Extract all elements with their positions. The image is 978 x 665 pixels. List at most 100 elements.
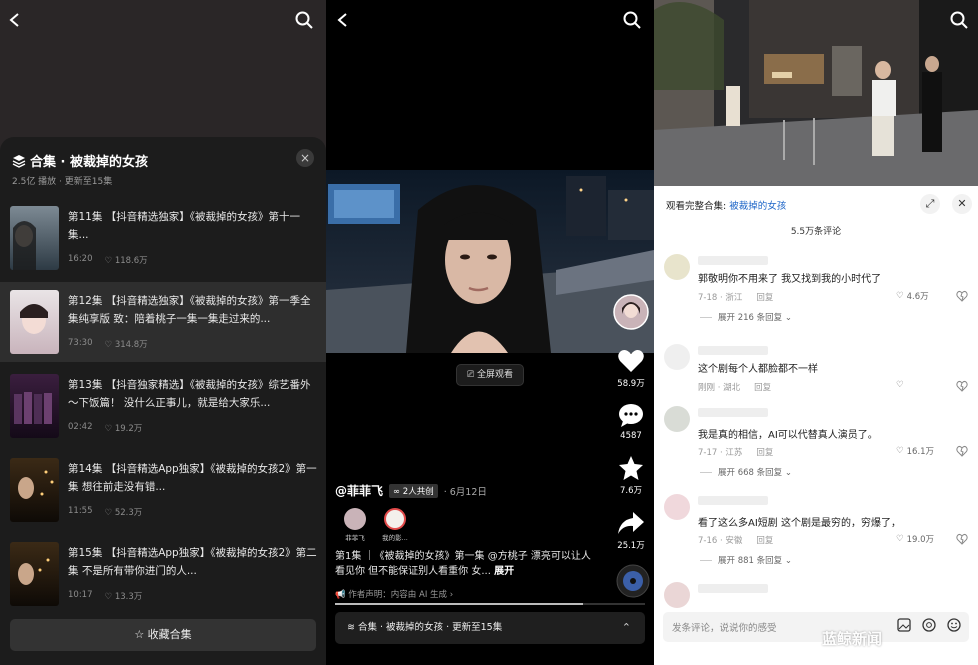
commenter-avatar[interactable]: [664, 582, 690, 608]
author-line: @菲菲飞 ∞ 2人共创 · 6月12日: [335, 482, 487, 499]
comment-input[interactable]: 发条评论，说说你的感受: [663, 612, 969, 642]
expand-icon[interactable]: ⤢: [920, 194, 940, 214]
collection-link[interactable]: 被裁掉的女孩: [729, 201, 786, 212]
heart-icon: ♡: [104, 424, 115, 434]
author-name[interactable]: @菲菲飞: [335, 482, 383, 499]
collection-panel: 合集 · 被裁掉的女孩 2.5亿 播放 · 更新至15集 × 第11集 【抖音精…: [0, 0, 326, 665]
video-frame[interactable]: [654, 0, 978, 186]
cocreate-badge[interactable]: ∞ 2人共创: [389, 483, 438, 498]
search-icon[interactable]: [950, 11, 968, 29]
episode-item[interactable]: 第14集 【抖音精选App独家】《被裁掉的女孩2》第一集 想往前走没有错... …: [0, 450, 326, 530]
coauthor-list: 菲菲飞 我的影...: [340, 508, 410, 542]
episode-item[interactable]: 第15集 【抖音精选App独家】《被裁掉的女孩2》第二集 不是所有带你进门的人.…: [0, 534, 326, 614]
episode-title: 第11集 【抖音精选独家】《被裁掉的女孩》第十一集...: [68, 211, 300, 241]
commenter-name[interactable]: [698, 408, 768, 417]
emoji-icon[interactable]: [947, 618, 961, 632]
search-icon[interactable]: [295, 11, 313, 29]
episode-thumbnail: [10, 206, 59, 270]
comment-button[interactable]: 4587: [611, 402, 651, 441]
expand-replies[interactable]: 展开 216 条回复 ⌄: [700, 311, 792, 323]
video-player-panel: ⎚ 全屏观看 58.9万 4587 7.6万 25.1万 @菲菲飞 ∞ 2人共创…: [326, 0, 654, 665]
dislike-icon[interactable]: [956, 533, 968, 545]
comment-like[interactable]: ♡ 19.0万: [896, 533, 934, 545]
episode-likes: 52.3万: [114, 508, 143, 518]
episode-duration: 73:30: [68, 338, 93, 348]
watermark-logo: 蓝鲸新闻: [822, 630, 883, 648]
comment-time: 7-16 · 安徽: [698, 536, 743, 546]
dislike-icon[interactable]: [956, 445, 968, 457]
commenter-avatar[interactable]: [664, 406, 690, 432]
reply-button[interactable]: 回复: [756, 446, 773, 458]
like-button[interactable]: 58.9万: [611, 348, 651, 389]
comment-like[interactable]: ♡: [896, 380, 904, 390]
episode-item[interactable]: 第12集 【抖音精选独家】《被裁掉的女孩》第一季全集纯享版 致：陪着桃子一集一集…: [0, 282, 326, 362]
author-avatar[interactable]: [611, 294, 651, 333]
heart-icon: ♡: [896, 446, 904, 456]
expand-replies[interactable]: 展开 881 条回复 ⌄: [700, 554, 792, 566]
video-progress-bar[interactable]: [335, 603, 645, 605]
share-icon: [618, 512, 644, 534]
favorite-button[interactable]: 7.6万: [611, 455, 651, 496]
comment-like[interactable]: ♡ 16.1万: [896, 445, 934, 457]
close-icon[interactable]: ×: [296, 149, 314, 167]
commenter-avatar[interactable]: [664, 254, 690, 280]
commenter-name[interactable]: [698, 584, 768, 593]
share-button[interactable]: 25.1万: [611, 510, 651, 551]
episode-thumbnail: [10, 290, 59, 354]
episode-title: 第12集 【抖音精选独家】《被裁掉的女孩》第一季全集纯享版 致：陪着桃子一集一集…: [68, 295, 311, 325]
comment-like[interactable]: ♡ 4.6万: [896, 290, 929, 302]
mention-icon[interactable]: [922, 618, 936, 632]
layers-icon: ≋: [347, 622, 358, 633]
comment-text: 郭敬明你不用来了 我又找到我的小时代了: [698, 274, 882, 285]
video-frame[interactable]: [326, 170, 654, 353]
collect-button[interactable]: ☆ 收藏合集: [10, 619, 316, 651]
commenter-name[interactable]: [698, 346, 768, 355]
collection-link-header: 观看完整合集: 被裁掉的女孩: [666, 201, 787, 212]
expand-link[interactable]: 展开: [494, 566, 514, 577]
episode-duration: 10:17: [68, 590, 93, 600]
episode-duration: 02:42: [68, 422, 93, 432]
image-icon[interactable]: [897, 618, 911, 632]
heart-icon: ♡: [104, 340, 115, 350]
back-icon[interactable]: [336, 12, 350, 28]
commenter-name[interactable]: [698, 496, 768, 505]
ai-declaration[interactable]: 📢 作者声明：内容由 AI 生成 ›: [335, 588, 453, 600]
collection-title: 合集 · 被裁掉的女孩: [12, 151, 148, 170]
commenter-avatar[interactable]: [664, 344, 690, 370]
comment-time: 7-17 · 江苏: [698, 448, 743, 458]
layers-icon: [12, 154, 26, 168]
expand-replies[interactable]: 展开 668 条回复 ⌄: [700, 466, 792, 478]
commenter-avatar[interactable]: [664, 494, 690, 520]
fullscreen-icon: ⎚: [466, 370, 478, 380]
episode-likes: 118.6万: [114, 256, 148, 266]
comment-text: 我是真的相信，AI可以代替真人演员了。: [698, 430, 878, 441]
back-icon[interactable]: [8, 12, 22, 28]
fullscreen-button[interactable]: ⎚ 全屏观看: [456, 364, 524, 386]
episode-title: 第15集 【抖音精选App独家】《被裁掉的女孩2》第二集 不是所有带你进门的人.…: [68, 547, 317, 577]
heart-icon: [618, 350, 644, 372]
reply-button[interactable]: 回复: [756, 534, 773, 546]
dislike-icon[interactable]: [956, 290, 968, 302]
commenter-name[interactable]: [698, 256, 768, 265]
comment-count: 4587: [620, 431, 642, 441]
reply-button[interactable]: 回复: [756, 291, 773, 303]
dislike-icon[interactable]: [956, 380, 968, 392]
music-disc[interactable]: [613, 564, 653, 601]
comment-time: 7-18 · 浙江: [698, 293, 743, 303]
coauthor-item[interactable]: 我的影...: [380, 508, 410, 542]
close-icon[interactable]: ✕: [952, 194, 972, 214]
share-count: 25.1万: [617, 541, 645, 551]
collection-bar[interactable]: ≋ 合集 · 被裁掉的女孩 · 更新至15集 ⌃: [335, 612, 645, 644]
favorite-count: 7.6万: [619, 486, 643, 496]
heart-icon: ♡: [104, 508, 115, 518]
episode-item[interactable]: 第13集 【抖音独家精选】《被裁掉的女孩》综艺番外～下饭篇！ 没什么正事儿，就是…: [0, 366, 326, 446]
publish-date: · 6月12日: [443, 486, 487, 498]
reply-button[interactable]: 回复: [754, 381, 771, 393]
coauthor-item[interactable]: 菲菲飞: [340, 508, 370, 542]
heart-icon: ♡: [896, 380, 904, 390]
episode-thumbnail: [10, 458, 59, 522]
search-icon[interactable]: [623, 11, 641, 29]
collection-sheet: 合集 · 被裁掉的女孩 2.5亿 播放 · 更新至15集 × 第11集 【抖音精…: [0, 137, 326, 665]
episode-item[interactable]: 第11集 【抖音精选独家】《被裁掉的女孩》第十一集... 16:20 ♡ 118.…: [0, 198, 326, 278]
chevron-up-icon[interactable]: ⌃: [622, 612, 631, 644]
